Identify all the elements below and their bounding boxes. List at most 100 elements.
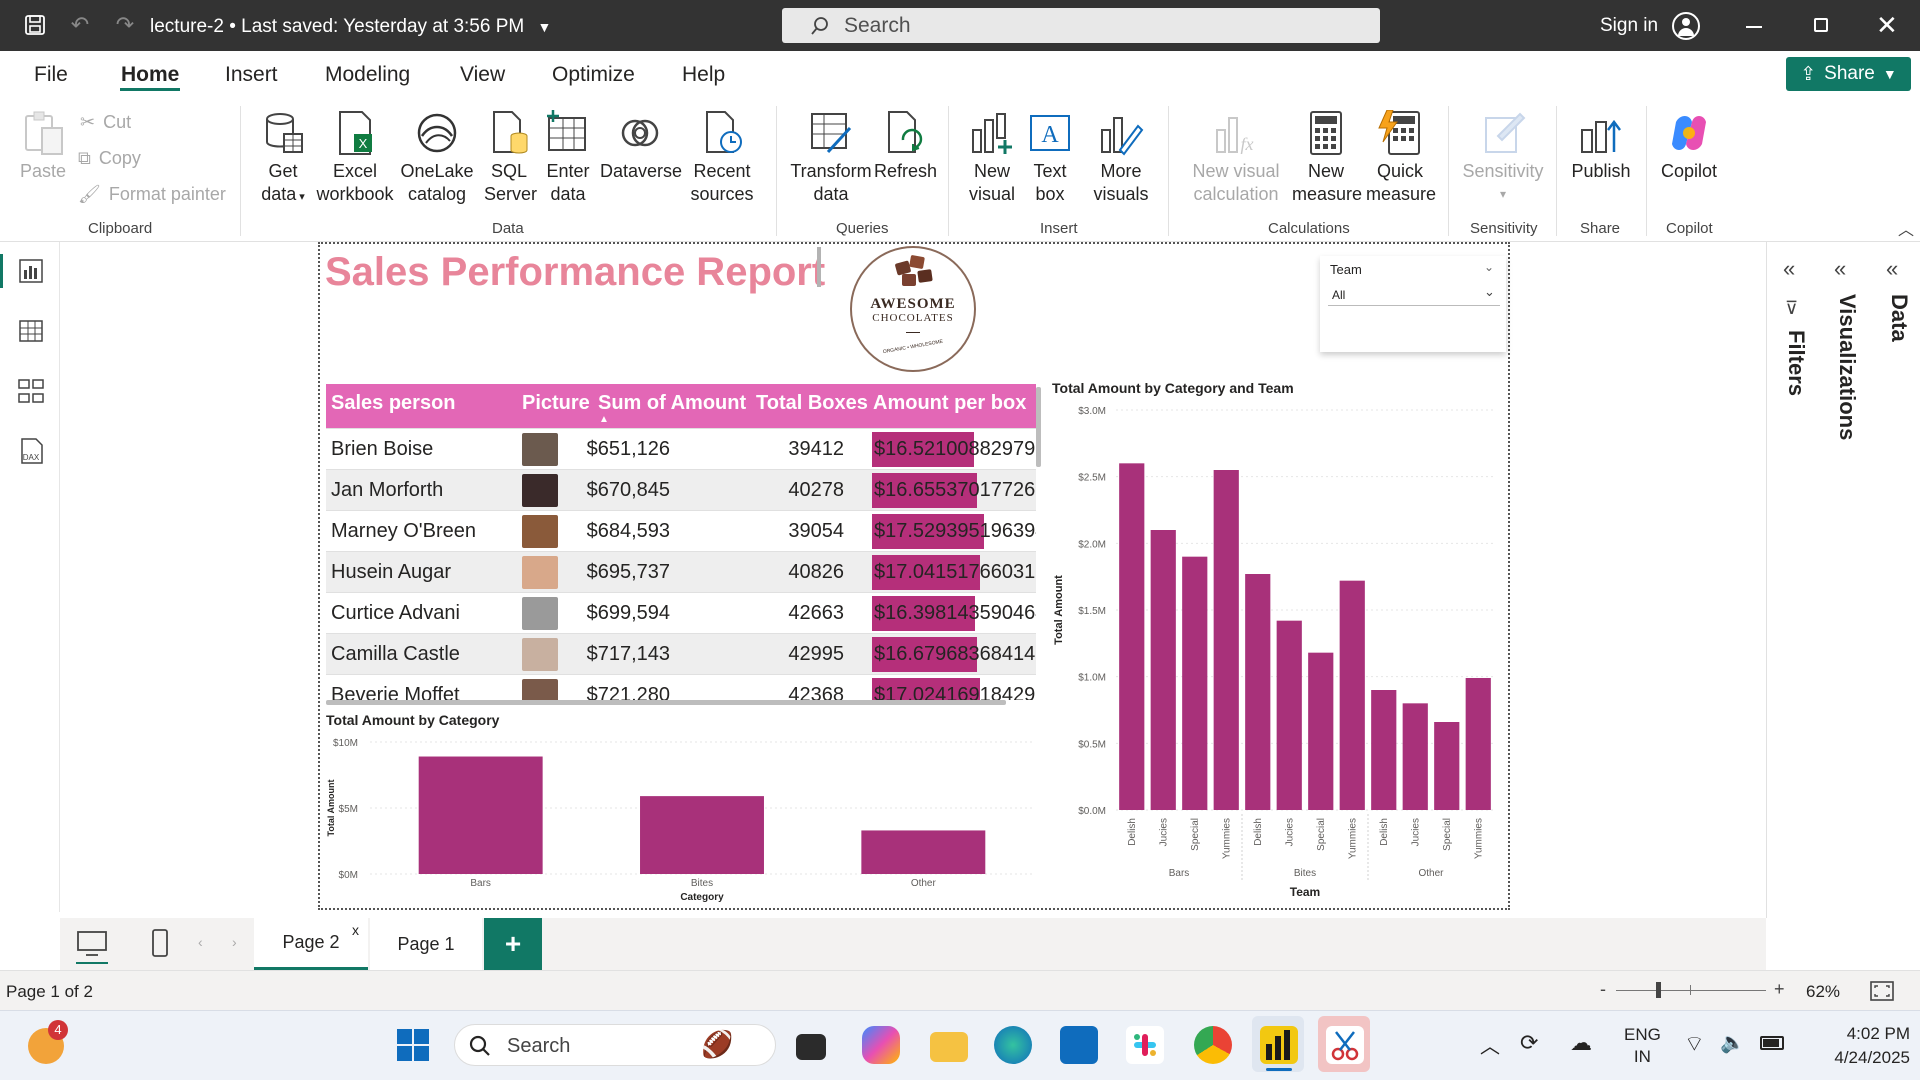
onelake-catalog-button[interactable]: OneLake catalog [398, 110, 476, 206]
scroll-left-icon[interactable]: ‹ [198, 934, 203, 950]
snipping-tool-icon[interactable] [1326, 1026, 1364, 1064]
dataverse-button[interactable]: Dataverse [600, 110, 682, 183]
zoom-out-button[interactable]: - [1600, 979, 1606, 1000]
mobile-layout-icon[interactable] [150, 928, 170, 958]
onedrive-icon[interactable]: ☁ [1570, 1030, 1592, 1056]
table-row[interactable]: Beverie Moffet $721,280 42368 $17.024169184… [326, 674, 1036, 700]
report-view-icon[interactable] [16, 256, 46, 286]
taskbar-search[interactable]: Search 🏈 [454, 1024, 776, 1066]
refresh-button[interactable]: Refresh [874, 110, 937, 183]
category-bar-chart[interactable]: $0M $5M $10M Bars Bites Other Category Total Am… [322, 728, 1046, 908]
redo-icon[interactable]: ↷ [110, 10, 140, 40]
chrome-icon[interactable] [1194, 1026, 1232, 1064]
table-row[interactable]: Husein Augar $695,737 40826 $17.04151766031 [326, 551, 1036, 592]
close-icon[interactable]: ✕ [1876, 10, 1898, 41]
minimize-icon[interactable] [1746, 26, 1762, 28]
copilot-taskbar-icon[interactable] [862, 1026, 900, 1064]
dax-query-view-icon[interactable]: DAX [16, 436, 46, 466]
clock[interactable]: 4:02 PM 4/24/2025 [1790, 1022, 1910, 1070]
team-slicer[interactable]: Team ⌄ All ⌄ [1320, 256, 1506, 352]
zoom-level[interactable]: 62% [1806, 982, 1840, 1002]
menu-insert[interactable]: Insert [225, 63, 278, 87]
table-row[interactable]: Curtice Advani $699,594 42663 $16.398143590… [326, 592, 1036, 633]
data-pane[interactable]: « Data [1866, 242, 1920, 918]
menu-modeling[interactable]: Modeling [325, 63, 410, 87]
horizontal-scrollbar[interactable] [326, 700, 1006, 705]
recent-sources-button[interactable]: Recent sources [690, 110, 754, 206]
expand-pane-icon[interactable]: « [1886, 256, 1898, 282]
menu-optimize[interactable]: Optimize [552, 63, 635, 87]
sensitivity-button[interactable]: Sensitivity ▾ [1460, 110, 1546, 206]
collapse-ribbon-icon[interactable]: ︿ [1898, 216, 1914, 240]
expand-pane-icon[interactable]: « [1834, 256, 1846, 282]
quick-measure-button[interactable]: Quick measure [1366, 110, 1436, 206]
file-explorer-icon[interactable] [930, 1032, 968, 1062]
task-view-icon[interactable] [796, 1034, 826, 1060]
page-tab-page-2[interactable]: Page 2 [254, 918, 368, 970]
zoom-slider-track[interactable] [1616, 990, 1766, 991]
sql-server-button[interactable]: SQL Server [484, 110, 537, 206]
sales-table[interactable]: Sales person Picture Sum of Amount ▲ Tot… [326, 384, 1036, 700]
new-visual-calculation-button[interactable]: fx New visual calculation [1190, 110, 1282, 206]
edge-icon[interactable] [994, 1026, 1032, 1064]
account-icon[interactable] [1672, 12, 1700, 40]
volume-icon[interactable]: 🔈 [1720, 1030, 1745, 1055]
page-tab-page-1[interactable]: Page 1 [370, 918, 482, 970]
table-row[interactable]: Marney O'Breen $684,593 39054 $17.529395196… [326, 510, 1036, 551]
new-visual-button[interactable]: New visual [964, 110, 1020, 206]
excel-workbook-button[interactable]: X Excel workbook [314, 110, 396, 206]
enter-data-button[interactable]: Enter data [544, 110, 592, 206]
column-header-sales-person[interactable]: Sales person [331, 392, 456, 415]
table-row[interactable]: Brien Boise $651,126 39412 $16.52100882979​… [326, 428, 1036, 469]
paste-button[interactable]: Paste [18, 110, 68, 183]
restore-icon[interactable] [1814, 18, 1828, 32]
show-hidden-icons[interactable]: ︿ [1480, 1030, 1500, 1059]
model-view-icon[interactable] [16, 376, 46, 406]
vertical-scrollbar[interactable] [1036, 387, 1041, 467]
column-header-picture[interactable]: Picture [522, 392, 590, 415]
fit-to-page-icon[interactable] [1870, 981, 1894, 1001]
language-indicator[interactable]: ENG IN [1624, 1024, 1661, 1068]
copy-button[interactable]: ⧉ Copy [78, 148, 141, 169]
column-header-amount-per-box[interactable]: Amount per box [873, 392, 1026, 415]
publish-button[interactable]: Publish [1568, 110, 1634, 183]
document-title[interactable]: lecture-2 • Last saved: Yesterday at 3:5… [150, 16, 551, 38]
table-row[interactable]: Jan Morforth $670,845 40278 $16.65537017726… [326, 469, 1036, 510]
sign-in-link[interactable]: Sign in [1600, 15, 1658, 37]
table-view-icon[interactable] [16, 316, 46, 346]
slicer-dropdown[interactable]: All ⌄ [1328, 284, 1500, 306]
column-header-sum-of-amount[interactable]: Sum of Amount [598, 392, 746, 415]
table-row[interactable]: Camilla Castle $717,143 42995 $16.679683684… [326, 633, 1036, 674]
chevron-down-icon[interactable]: ▼ [537, 19, 551, 35]
add-page-button[interactable]: + [484, 918, 542, 970]
expand-pane-icon[interactable]: « [1783, 256, 1795, 282]
slack-icon[interactable] [1126, 1026, 1164, 1064]
menu-help[interactable]: Help [682, 63, 725, 87]
battery-icon[interactable] [1760, 1036, 1784, 1050]
menu-view[interactable]: View [460, 63, 505, 87]
menu-home[interactable]: Home [121, 63, 179, 87]
transform-data-button[interactable]: Transform data [790, 110, 872, 206]
cut-button[interactable]: ✂ Cut [80, 112, 131, 133]
copilot-button[interactable]: Copilot [1656, 110, 1722, 183]
save-icon[interactable] [20, 10, 50, 40]
zoom-in-button[interactable]: + [1774, 979, 1785, 1000]
share-button[interactable]: ⇪ Share ▼ [1786, 57, 1911, 91]
new-measure-button[interactable]: New measure [1292, 110, 1362, 206]
power-bi-icon[interactable] [1260, 1026, 1298, 1064]
windows-start-icon[interactable] [396, 1028, 430, 1062]
desktop-layout-icon[interactable] [76, 930, 108, 958]
scroll-right-icon[interactable]: › [232, 934, 237, 950]
get-data-button[interactable]: Get data ▾ [254, 110, 312, 209]
sync-icon[interactable]: ⟳ [1520, 1030, 1538, 1056]
category-team-bar-chart[interactable]: $0.0M $0.5M $1.0M $1.5M $2.0M $2.5M $3.0M Delis… [1046, 398, 1506, 904]
column-header-total-boxes[interactable]: Total Boxes [756, 392, 868, 415]
chevron-down-icon[interactable]: ⌄ [1484, 260, 1494, 274]
wifi-icon[interactable]: ⌔ [1684, 1030, 1705, 1058]
more-visuals-button[interactable]: More visuals [1090, 110, 1152, 206]
menu-file[interactable]: File [34, 63, 68, 87]
format-painter-button[interactable]: 🖌 Format painter [78, 184, 226, 205]
undo-icon[interactable]: ↶ [65, 10, 95, 40]
text-box-button[interactable]: A Text box [1022, 110, 1078, 206]
filters-pane[interactable]: « ⊽ Filters [1766, 242, 1824, 918]
